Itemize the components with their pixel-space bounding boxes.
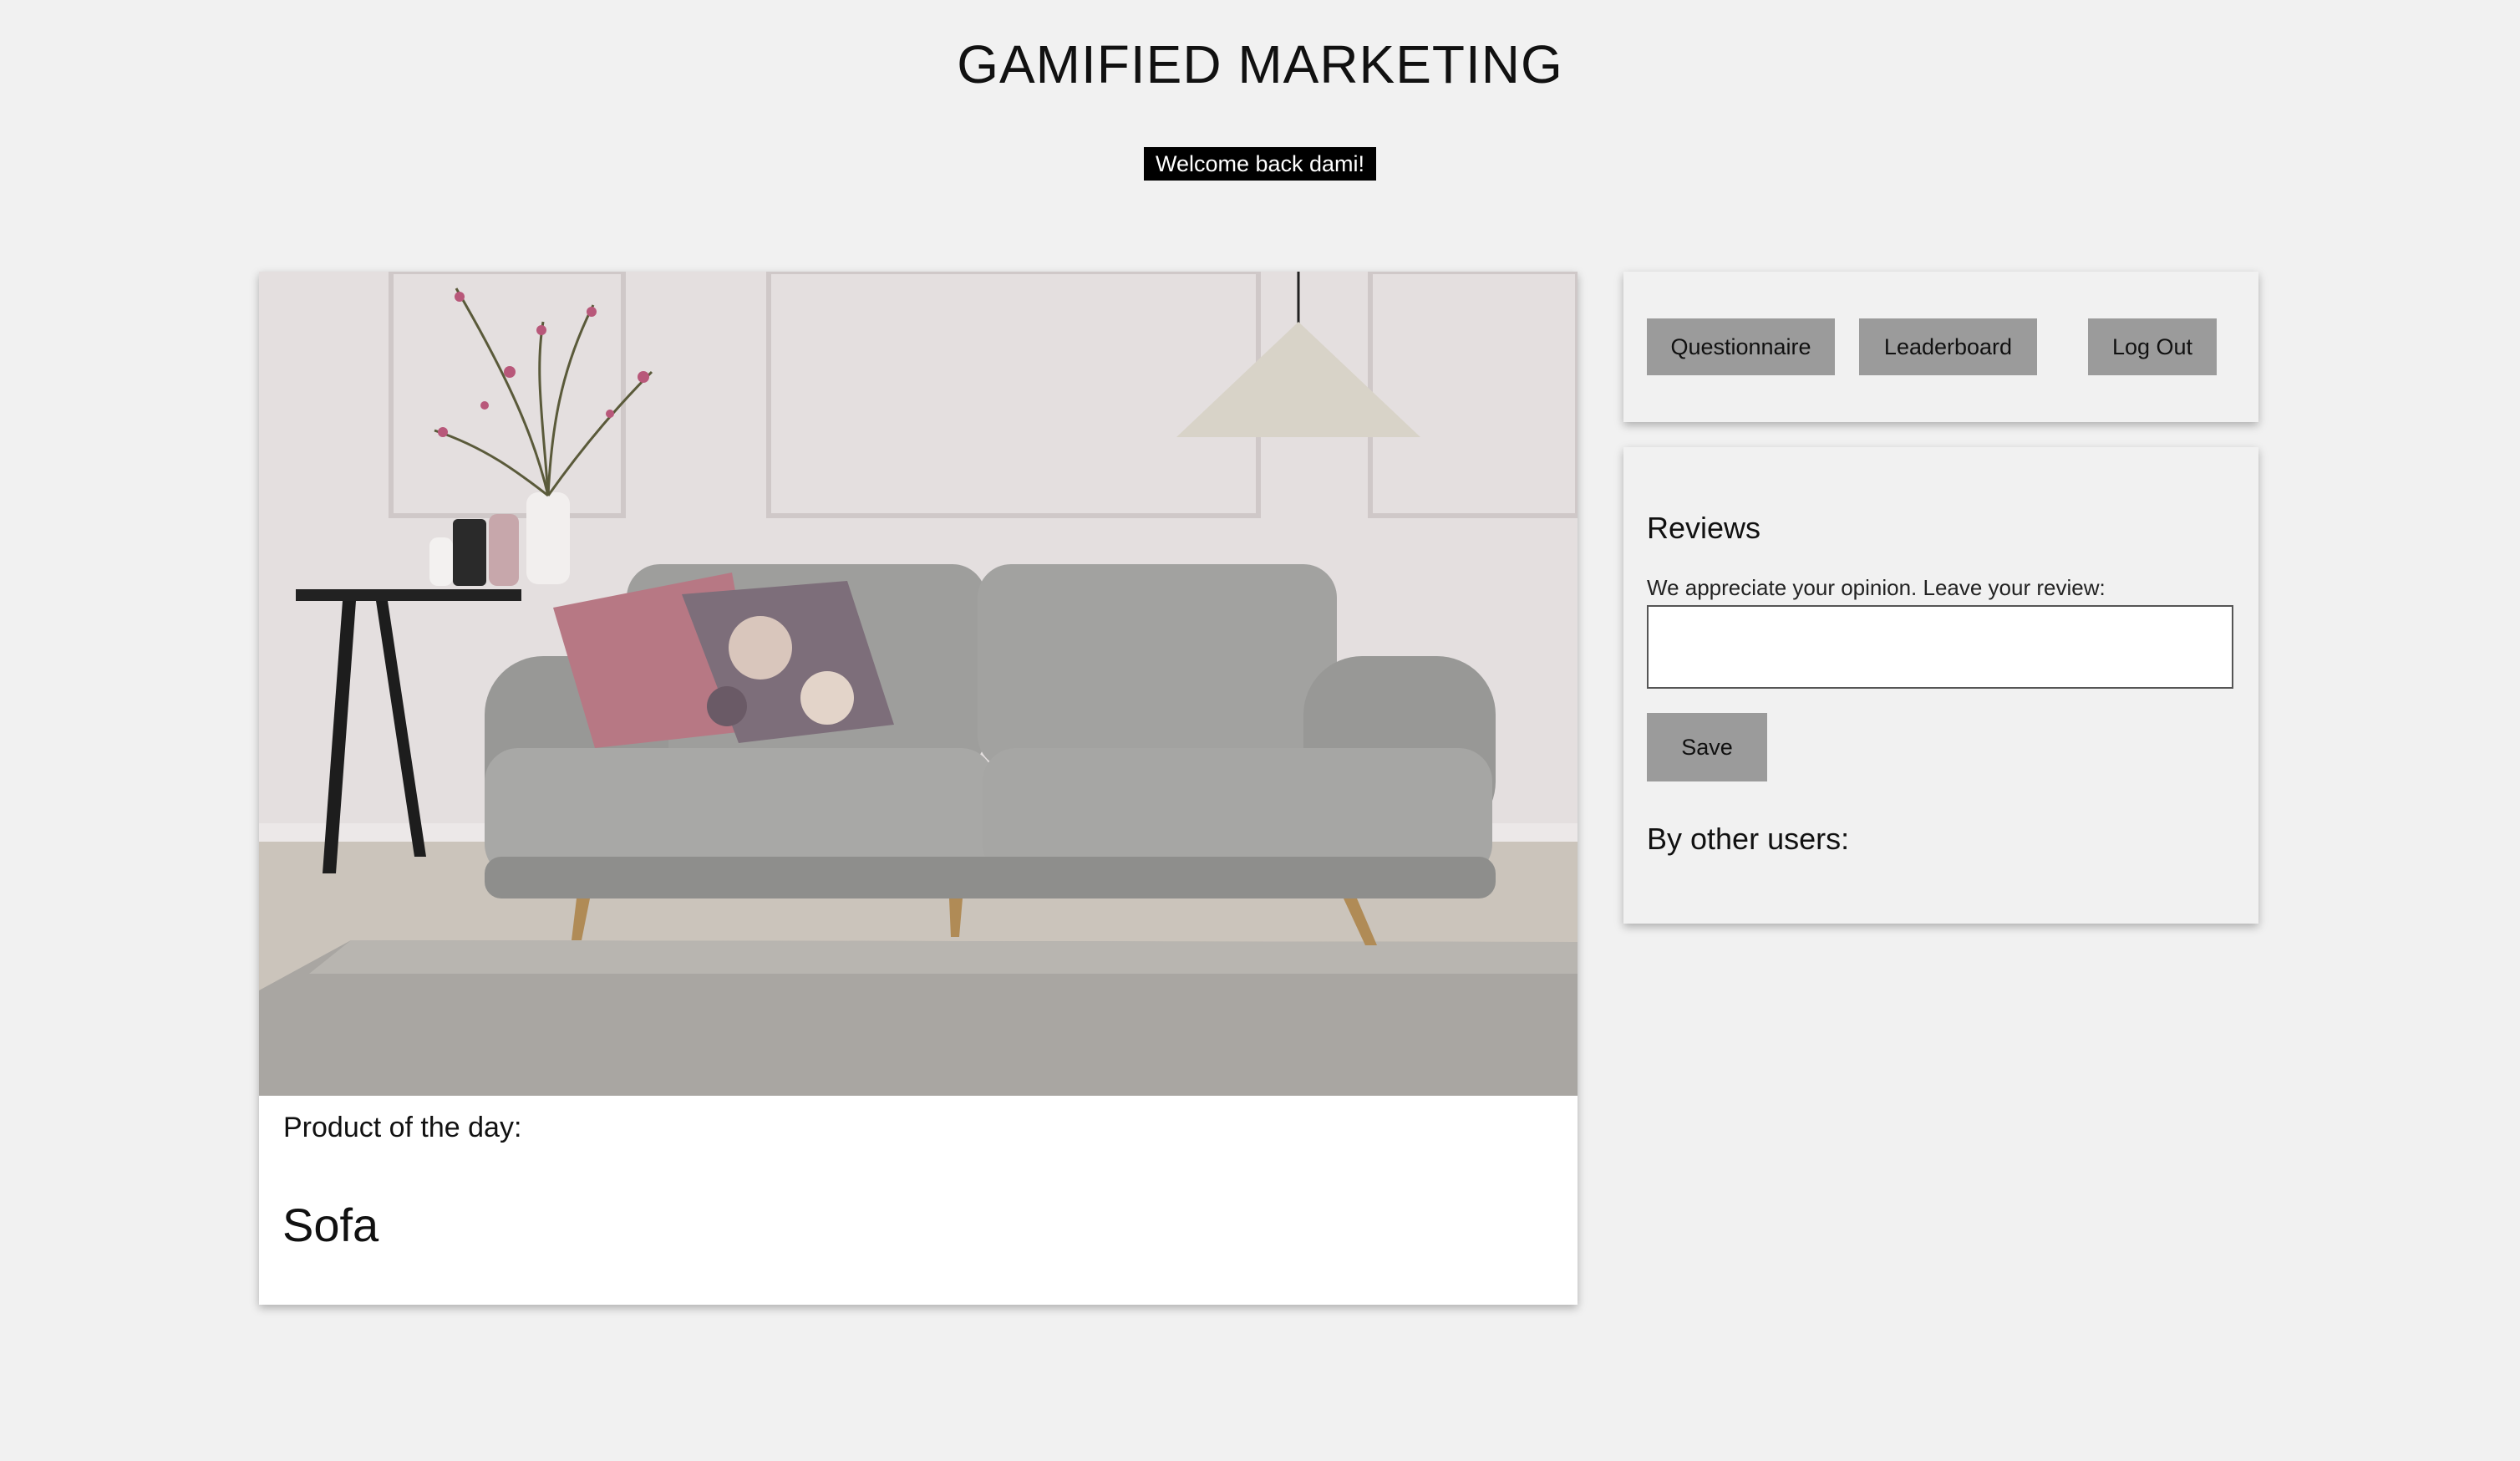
site-title: GAMIFIED MARKETING (957, 34, 1563, 94)
reviews-title: Reviews (1647, 511, 1761, 545)
nav-card: Questionnaire Leaderboard Log Out (1623, 272, 2258, 422)
product-name: Sofa (282, 1199, 379, 1251)
product-card: Product of the day: Sofa (259, 272, 1578, 1305)
logout-button[interactable]: Log Out (2088, 318, 2217, 375)
welcome-container: Welcome back dami! (0, 147, 2520, 181)
product-image (259, 272, 1578, 1096)
product-of-the-day-label: Product of the day: (283, 1112, 522, 1143)
save-button[interactable]: Save (1647, 713, 1767, 781)
leaderboard-button[interactable]: Leaderboard (1859, 318, 2037, 375)
welcome-badge: Welcome back dami! (1143, 147, 1377, 181)
review-input[interactable] (1647, 605, 2233, 689)
review-prompt: We appreciate your opinion. Leave your r… (1647, 575, 2106, 600)
reviews-card: Reviews We appreciate your opinion. Leav… (1623, 447, 2258, 924)
other-users-title: By other users: (1647, 822, 1850, 856)
questionnaire-button[interactable]: Questionnaire (1647, 318, 1835, 375)
